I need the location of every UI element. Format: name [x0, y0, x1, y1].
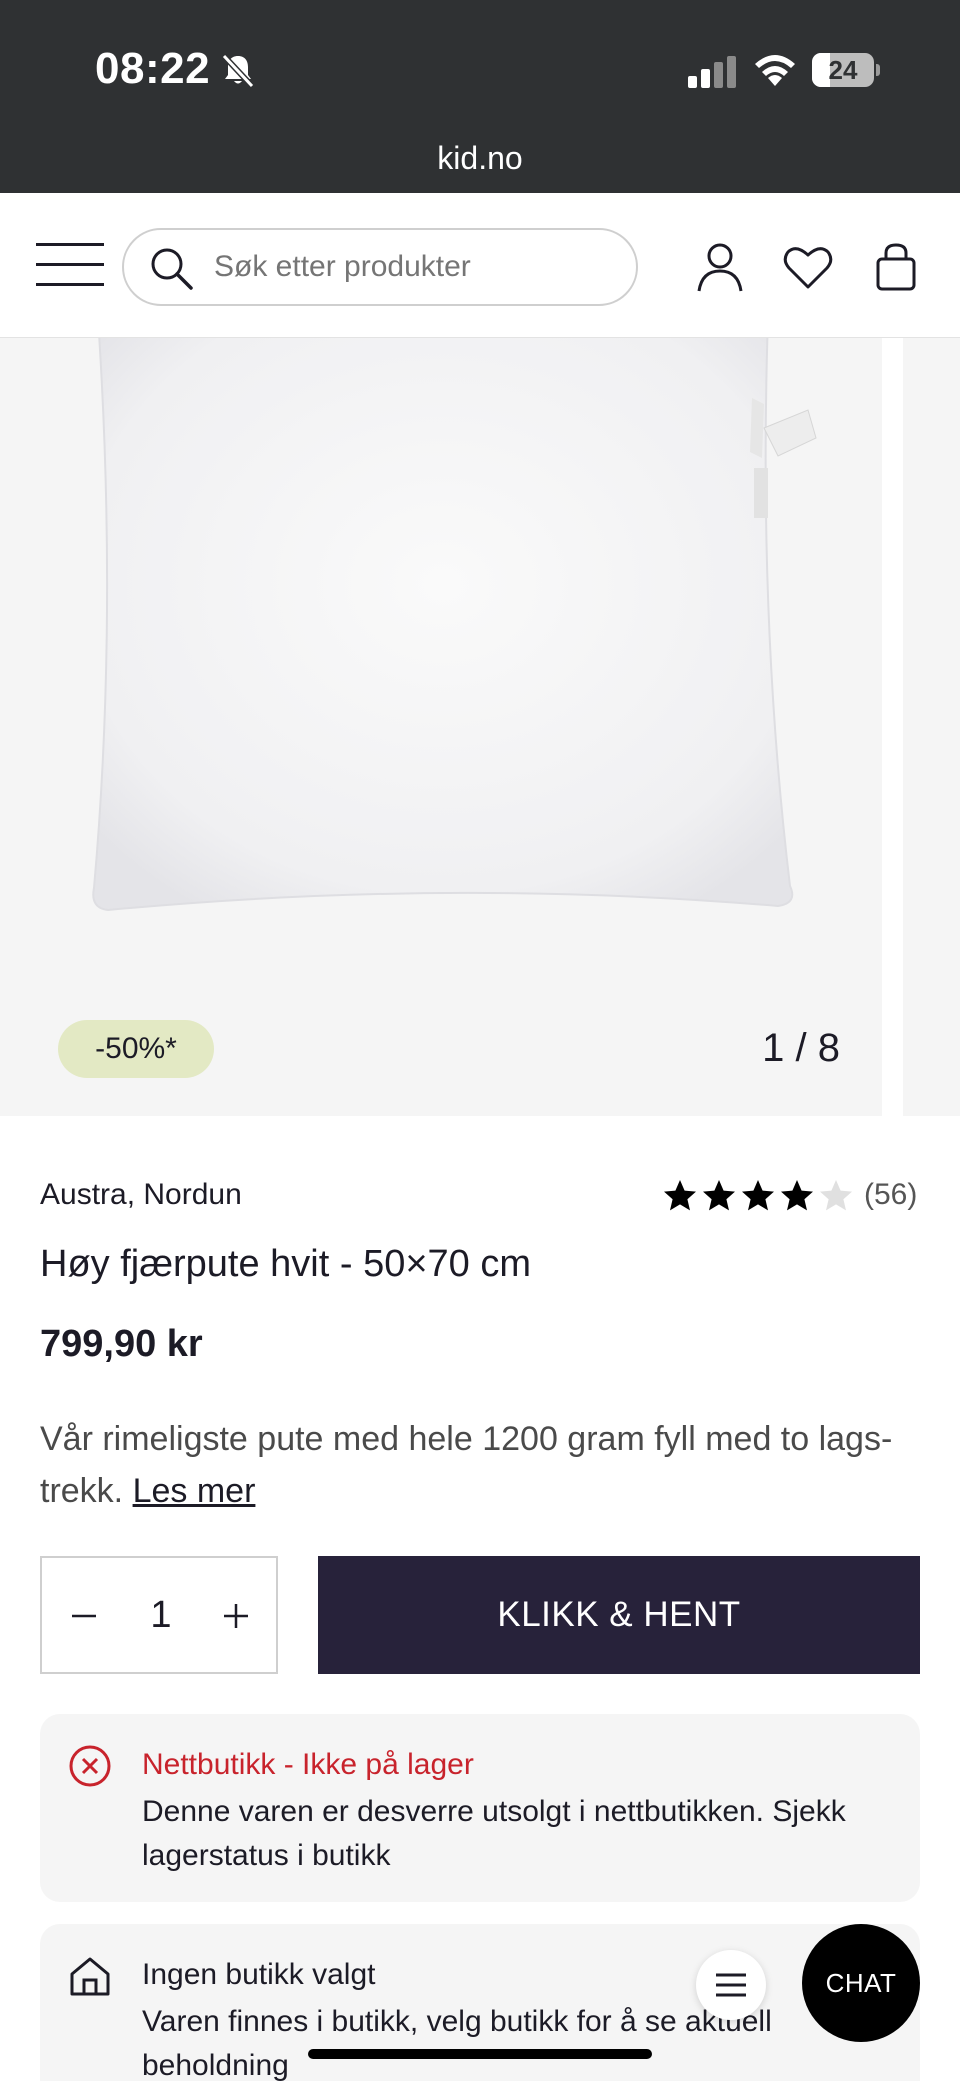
review-count[interactable]: (56) [864, 1178, 917, 1212]
store-icon [70, 1957, 110, 1996]
quantity-value[interactable]: 1 [132, 1558, 190, 1672]
product-image-slide[interactable]: -50%* 1 / 8 [0, 338, 882, 1116]
rating-stars[interactable] [662, 1178, 852, 1216]
status-bar: 08:22 24 kid.no [0, 0, 960, 193]
star-icon [820, 1180, 852, 1211]
product-description: Vår rimeligste pute med hele 1200 gram f… [40, 1413, 920, 1517]
image-counter: 1 / 8 [762, 1026, 840, 1070]
pillow-image [92, 338, 817, 912]
store-text: Varen finnes i butikk, velg butikk for å… [142, 2005, 772, 2081]
floating-menu-button[interactable] [696, 1950, 766, 2020]
star-icon [703, 1180, 735, 1211]
bag-icon[interactable] [870, 241, 922, 293]
search-icon [151, 248, 193, 290]
store-title: Ingen butikk valgt [142, 1958, 376, 1991]
product-gallery[interactable]: -50%* 1 / 8 [0, 338, 960, 1116]
url-bar[interactable]: kid.no [0, 140, 960, 177]
plus-icon[interactable] [218, 1598, 254, 1634]
home-indicator[interactable] [308, 2049, 652, 2059]
wifi-icon [755, 55, 795, 86]
signal-icon [688, 56, 736, 88]
minus-icon[interactable] [66, 1598, 102, 1634]
error-circle-icon [69, 1745, 111, 1787]
click-and-collect-button[interactable]: KLIKK & HENT [318, 1556, 920, 1674]
star-icon [664, 1180, 696, 1211]
star-icon [742, 1180, 774, 1211]
online-stock-status: Nettbutikk - Ikke på lager Denne varen e… [40, 1714, 920, 1902]
user-icon[interactable] [694, 241, 746, 293]
next-image-peek[interactable] [903, 338, 960, 1116]
status-time: 08:22 [95, 44, 211, 93]
battery-icon: 24 [812, 53, 880, 87]
online-stock-text: Denne varen er desverre utsolgt i nettbu… [142, 1795, 846, 1872]
hamburger-icon[interactable] [36, 243, 104, 287]
chat-button[interactable]: CHAT [802, 1924, 920, 2042]
product-price: 799,90 kr [40, 1323, 203, 1365]
read-more-link[interactable]: Les mer [133, 1472, 256, 1510]
product-title: Høy fjærpute hvit - 50×70 cm [40, 1243, 532, 1285]
search-input[interactable] [214, 230, 614, 304]
menu-icon [716, 1973, 746, 1997]
discount-badge: -50%* [58, 1020, 214, 1078]
bell-muted-icon [221, 53, 255, 89]
search-bar[interactable] [122, 228, 638, 306]
star-icon [781, 1180, 813, 1211]
site-header [0, 193, 960, 338]
online-stock-title: Nettbutikk - Ikke på lager [142, 1748, 474, 1781]
battery-level: 24 [828, 55, 858, 85]
quantity-stepper: 1 [40, 1556, 278, 1674]
heart-icon[interactable] [782, 241, 834, 293]
product-brand[interactable]: Austra, Nordun [40, 1178, 242, 1212]
